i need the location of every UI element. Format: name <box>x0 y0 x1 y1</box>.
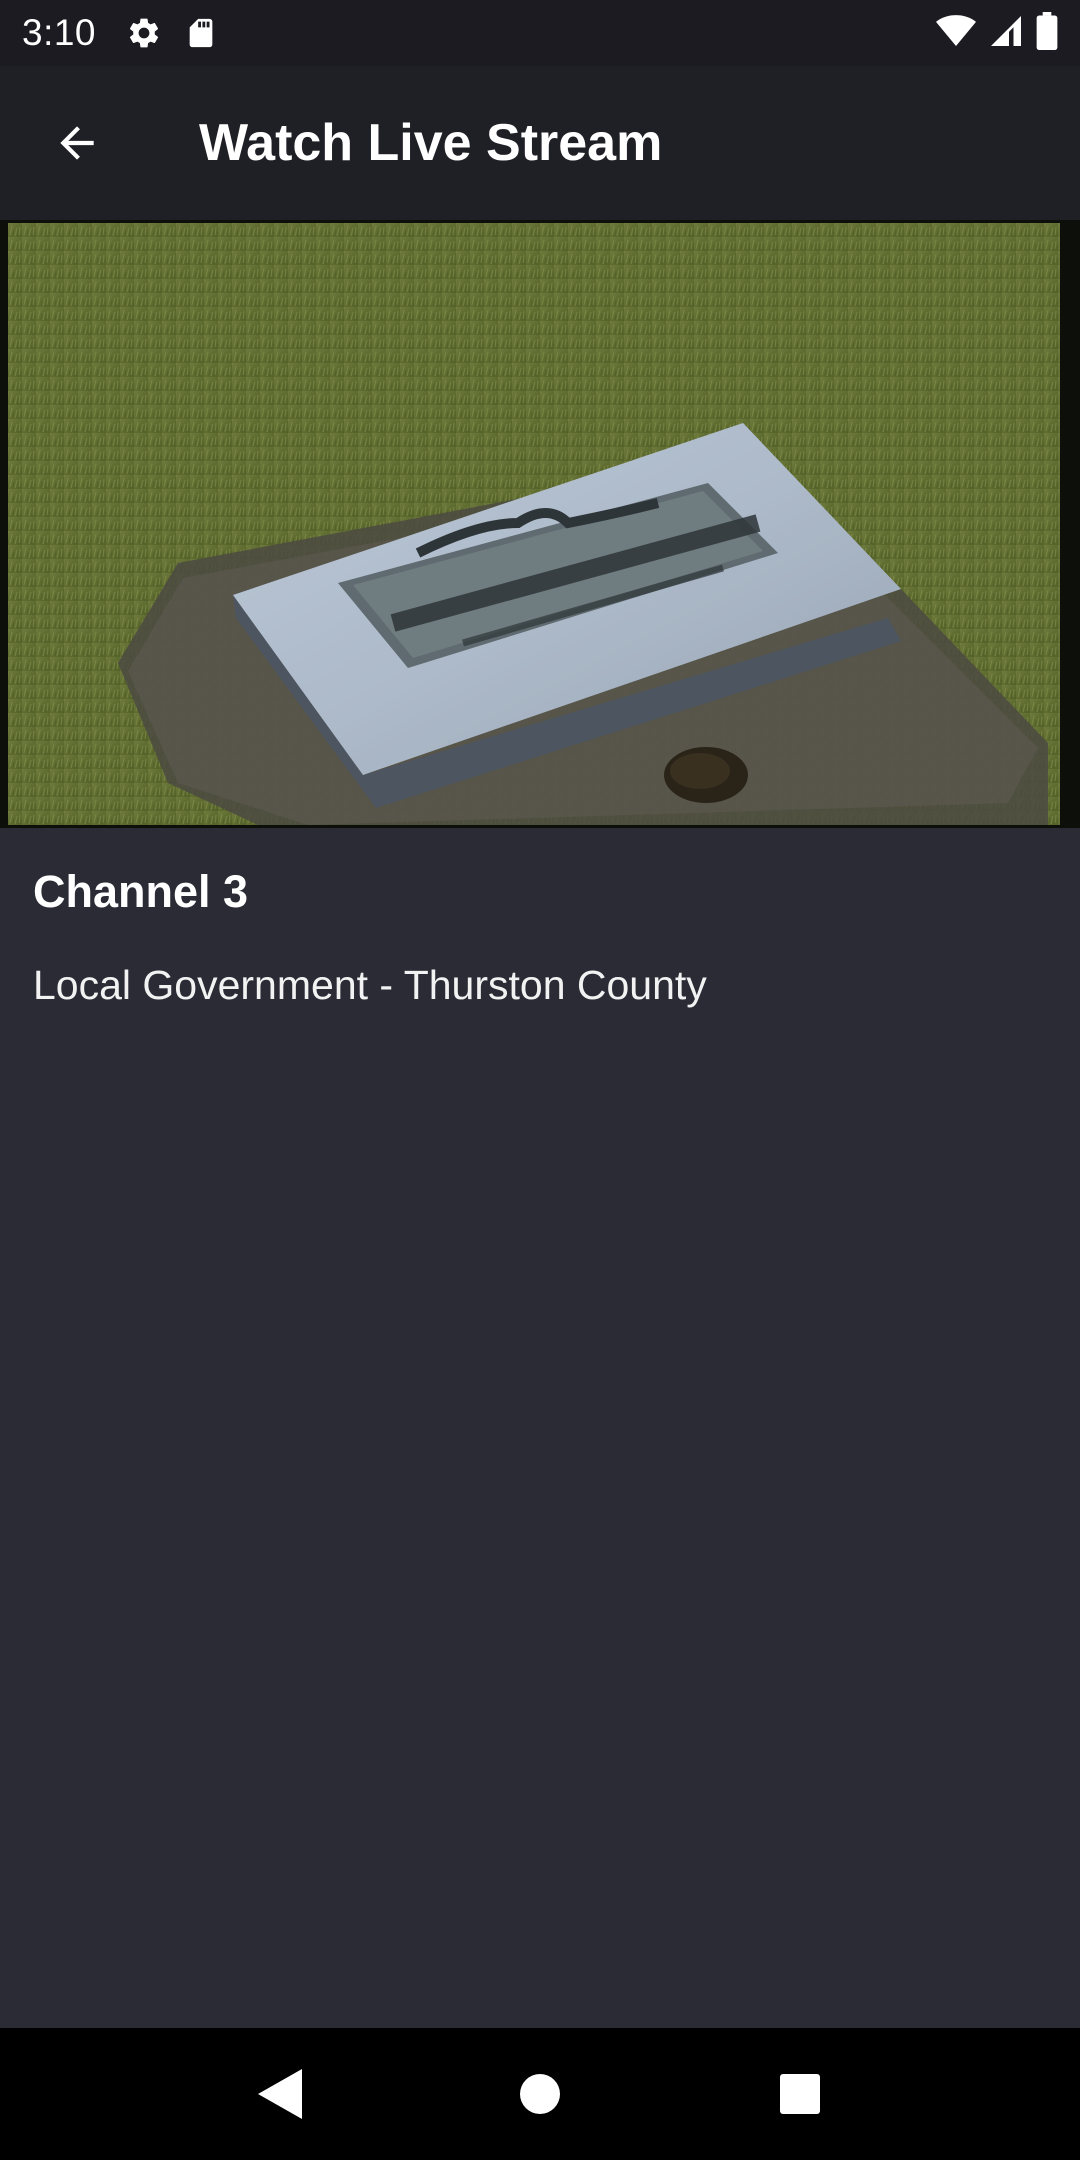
status-time: 3:10 <box>22 12 97 53</box>
nav-home-button[interactable] <box>474 2028 606 2160</box>
channel-name: Channel 3 <box>33 866 249 917</box>
video-frame <box>8 223 1060 825</box>
home-circle-icon <box>520 2074 560 2114</box>
screen: 3:10 Watch Live Stream Channel 3 Local G… <box>0 0 1080 2160</box>
app-bar: Watch Live Stream <box>0 66 1080 220</box>
status-bar: 3:10 <box>0 0 1080 66</box>
system-nav-bar <box>0 2028 1080 2160</box>
arrow-back-icon <box>60 126 94 160</box>
settings-icon <box>126 15 162 51</box>
back-triangle-icon <box>258 2069 302 2119</box>
back-button[interactable] <box>0 66 154 220</box>
signal-icon <box>988 13 1024 54</box>
recents-square-icon <box>780 2074 820 2114</box>
wifi-icon <box>936 13 976 54</box>
battery-icon <box>1036 11 1058 55</box>
channel-description: Local Government - Thurston County <box>33 962 707 1008</box>
page-title: Watch Live Stream <box>199 114 663 172</box>
nav-back-button[interactable] <box>214 2028 346 2160</box>
video-player[interactable] <box>0 220 1080 828</box>
sd-card-icon <box>184 15 218 51</box>
nav-recents-button[interactable] <box>734 2028 866 2160</box>
status-right-group <box>936 11 1058 55</box>
